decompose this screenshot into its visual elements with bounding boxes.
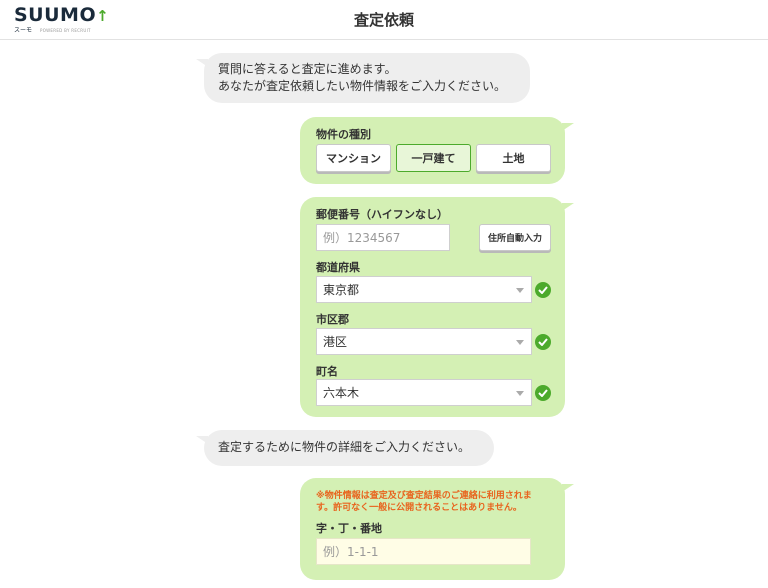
city-value: 港区: [323, 335, 348, 349]
city-label: 市区郡: [316, 313, 349, 326]
check-icon: [535, 282, 551, 298]
postal-code-input[interactable]: 例）1234567: [316, 224, 450, 251]
town-label: 町名: [316, 365, 338, 378]
prefecture-label: 都道府県: [316, 261, 360, 274]
prefecture-select[interactable]: 東京都: [316, 276, 532, 303]
type-option-land[interactable]: 土地: [476, 144, 551, 172]
property-type-panel: 物件の種別 マンション 一戸建て 土地: [300, 117, 574, 184]
chevron-down-icon: [516, 288, 524, 293]
bot-message-details-text: 査定するために物件の詳細をご入力ください。: [218, 440, 471, 454]
city-select[interactable]: 港区: [316, 328, 532, 355]
property-type-label: 物件の種別: [316, 128, 371, 141]
check-icon: [535, 385, 551, 401]
town-select[interactable]: 六本木: [316, 379, 532, 406]
address-panel: 郵便番号（ハイフンなし） 例）1234567 住所自動入力 都道府県 東京都 市…: [300, 197, 574, 417]
page-title: 査定依頼: [353, 11, 414, 29]
auto-address-button[interactable]: 住所自動入力: [479, 224, 551, 251]
town-value: 六本木: [323, 386, 360, 400]
app-header: SUUMO↑ スーモ POWERED BY RECRUIT 査定依頼: [0, 0, 768, 40]
bot-message-intro: 質問に答えると査定に進めます。 あなたが査定依頼したい物件情報をご入力ください。: [196, 53, 530, 103]
type-option-house[interactable]: 一戸建て: [396, 144, 471, 172]
details-panel: ※物件情報は査定及び査定結果のご連絡に利用されます。許可なく一般に公開されること…: [300, 478, 574, 580]
bot-message-line-2: あなたが査定依頼したい物件情報をご入力ください。: [218, 79, 507, 93]
type-option-mansion[interactable]: マンション: [316, 144, 391, 172]
privacy-notice: ※物件情報は査定及び査定結果のご連絡に利用されます。許可なく一般に公開されること…: [316, 491, 532, 513]
block-number-input[interactable]: 例）1-1-1: [316, 538, 531, 565]
block-number-label: 字・丁・番地: [316, 522, 382, 535]
bot-message-details: 査定するために物件の詳細をご入力ください。: [196, 430, 494, 466]
chevron-down-icon: [516, 391, 524, 396]
postal-code-label: 郵便番号（ハイフンなし）: [316, 208, 448, 221]
check-icon: [535, 334, 551, 350]
prefecture-value: 東京都: [323, 283, 360, 297]
bot-message-line-1: 質問に答えると査定に進めます。: [218, 62, 397, 76]
chevron-down-icon: [516, 340, 524, 345]
